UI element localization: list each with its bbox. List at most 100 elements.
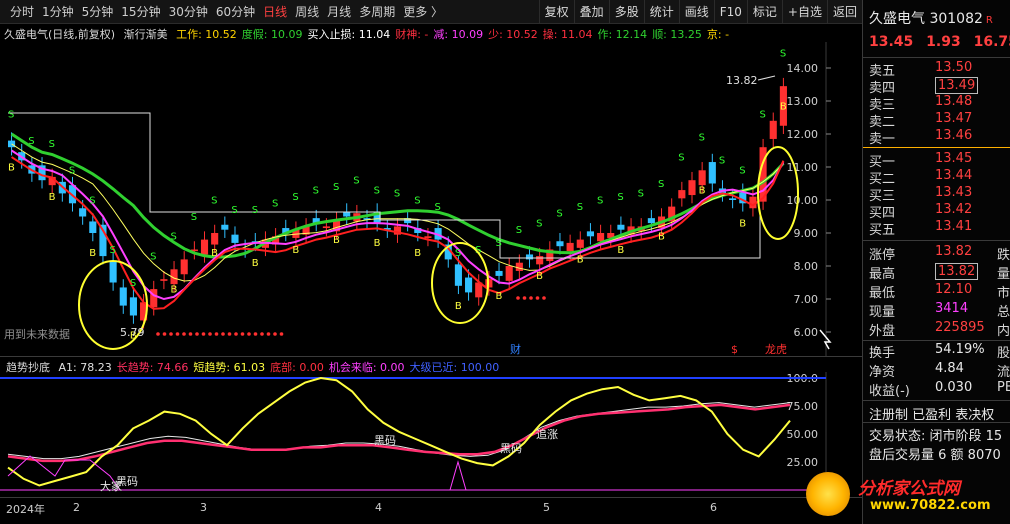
period-tab-5min[interactable]: 5分钟 [78, 3, 118, 20]
candle-body [8, 140, 16, 148]
signal-dot [260, 332, 264, 336]
signal-dot [169, 332, 173, 336]
multi-stock-button[interactable]: 多股 [608, 0, 644, 24]
y-tick-label: 7.00 [794, 293, 819, 306]
candle-body [708, 162, 716, 184]
bid-row[interactable]: 买二 13.44 [869, 168, 1009, 187]
candle-body [109, 261, 117, 283]
y-tick-label: 10.00 [787, 194, 819, 207]
period-tab-60min[interactable]: 60分钟 [212, 3, 259, 20]
bid-row[interactable]: 买四 13.42 [869, 202, 1009, 221]
sell-signal-marker: S [89, 195, 95, 206]
sell-signal-marker: S [353, 176, 359, 187]
indicator-value: 操: 11.04 [542, 28, 593, 41]
buy-signal-marker: B [495, 291, 502, 302]
candle-body [211, 233, 219, 245]
sell-signal-marker: S [760, 110, 766, 121]
indicator-values: 工作: 10.52 度假: 10.09 买入止损: 11.04 财神: - 减: 10.… [176, 28, 734, 41]
period-tab-monthly[interactable]: 月线 [323, 3, 355, 20]
sell-signal-marker: S [8, 110, 14, 121]
period-tab-multi[interactable]: 多周期 [355, 3, 399, 20]
period-tab-weekly[interactable]: 周线 [291, 3, 323, 20]
sell-signal-marker: S [252, 205, 258, 216]
signal-dot [266, 332, 271, 336]
draw-line-button[interactable]: 画线 [678, 0, 714, 24]
quote-row: 外盘225895内盘 [869, 320, 1010, 339]
sell-signal-marker: S [780, 48, 786, 59]
candle-body [89, 221, 97, 233]
candle-body [465, 277, 473, 293]
period-tab-15min[interactable]: 15分钟 [117, 3, 164, 20]
candle-body [556, 241, 564, 247]
sell-signal-marker: S [110, 245, 116, 256]
bid-row[interactable]: 买一 13.45 [869, 151, 1009, 170]
sell-signal-marker: S [719, 156, 725, 167]
adjust-button[interactable]: 复权 [538, 0, 574, 24]
bid-row[interactable]: 买三 13.43 [869, 185, 1009, 204]
candle-body [231, 234, 239, 243]
candle-body [221, 224, 229, 230]
overlay-button[interactable]: 叠加 [573, 0, 609, 24]
signal-dot [279, 332, 284, 336]
sell-signal-marker: S [69, 166, 75, 177]
signal-dot [253, 332, 258, 336]
trend-indicator-chart[interactable]: 100.075.0050.0025.00黑码黑码追涨大家黑码 [0, 372, 862, 496]
period-tab-1min[interactable]: 1分钟 [38, 3, 78, 20]
sell-signal-marker: S [414, 195, 420, 206]
buy-signal-marker: B [49, 192, 56, 203]
period-tab-more[interactable]: 更多 〉 [399, 3, 447, 20]
buy-signal-marker: B [374, 238, 381, 249]
mark-button[interactable]: 标记 [746, 0, 782, 24]
watermark-text: 分析家公式网 [858, 479, 960, 499]
longhu-marker: 龙虎 [765, 343, 787, 356]
signal-dot [234, 332, 238, 336]
buy-signal-marker: B [455, 301, 462, 312]
buy-signal-marker: B [617, 245, 624, 256]
signal-dot [522, 296, 527, 300]
r-badge: R [985, 15, 993, 26]
ask-row[interactable]: 卖三 13.48 [869, 94, 1009, 113]
candle-body [586, 231, 594, 237]
x-label-mar: 3 [200, 501, 207, 514]
sell-signal-marker: S [455, 248, 461, 259]
x-label-feb: 2 [73, 501, 80, 514]
signal-dot [529, 296, 533, 300]
signal-annotation: 黑码 [500, 442, 522, 455]
ask-row[interactable]: 卖五 13.50 [869, 60, 1009, 79]
quote-row: 最高13.82量比 [869, 263, 1010, 282]
indicator-name[interactable]: 渐行渐美 [124, 28, 168, 41]
bid-row[interactable]: 买五 13.41 [869, 219, 1009, 238]
y-tick-label: 8.00 [794, 260, 819, 273]
candle-body [515, 262, 523, 271]
stat-row: 净资4.84流通 [869, 361, 1010, 380]
signal-dot [201, 332, 206, 336]
price-line: 13.45 1.93 16.75% [869, 34, 1010, 50]
indicator-value: 买入止损: 11.04 [307, 28, 391, 41]
buy-signal-marker: B [252, 258, 259, 269]
stock-header: 久盛电气 301082 R [869, 8, 993, 28]
sell-signal-marker: S [394, 189, 400, 200]
dollar-marker: $ [731, 343, 738, 356]
candle-body [698, 170, 706, 186]
price-change-pct: 16.75% [973, 34, 1010, 50]
add-watchlist-button[interactable]: +自选 [781, 0, 827, 24]
high-price-pointer [757, 75, 776, 81]
period-tab-fenshi[interactable]: 分时 [6, 3, 38, 20]
watermark-url: www.70822.com [870, 498, 991, 513]
period-tab-30min[interactable]: 30分钟 [165, 3, 212, 20]
stat-row: 收益(-)0.030PE [869, 380, 1010, 399]
sub-y-tick-label: 50.00 [787, 428, 819, 441]
pane-divider[interactable] [0, 356, 862, 357]
future-data-label: 用到未来数据 [4, 327, 70, 341]
candle-body [119, 287, 127, 306]
f10-button[interactable]: F10 [713, 0, 747, 24]
candlestick-chart[interactable]: 14.00 13.00 12.00 11.00 10.00 9.00 8.00 7.00 6.0… [0, 42, 862, 357]
indicator-value: 少: 10.52 [488, 28, 538, 41]
ask-row[interactable]: 卖四 13.49 [869, 77, 1009, 96]
back-button[interactable]: 返回 [826, 0, 862, 24]
ask-row[interactable]: 卖一 13.46 [869, 128, 1009, 147]
ask-row[interactable]: 卖二 13.47 [869, 111, 1009, 130]
stats-button[interactable]: 统计 [643, 0, 679, 24]
a1-line [7, 402, 791, 460]
period-tab-daily[interactable]: 日线 [259, 3, 291, 20]
